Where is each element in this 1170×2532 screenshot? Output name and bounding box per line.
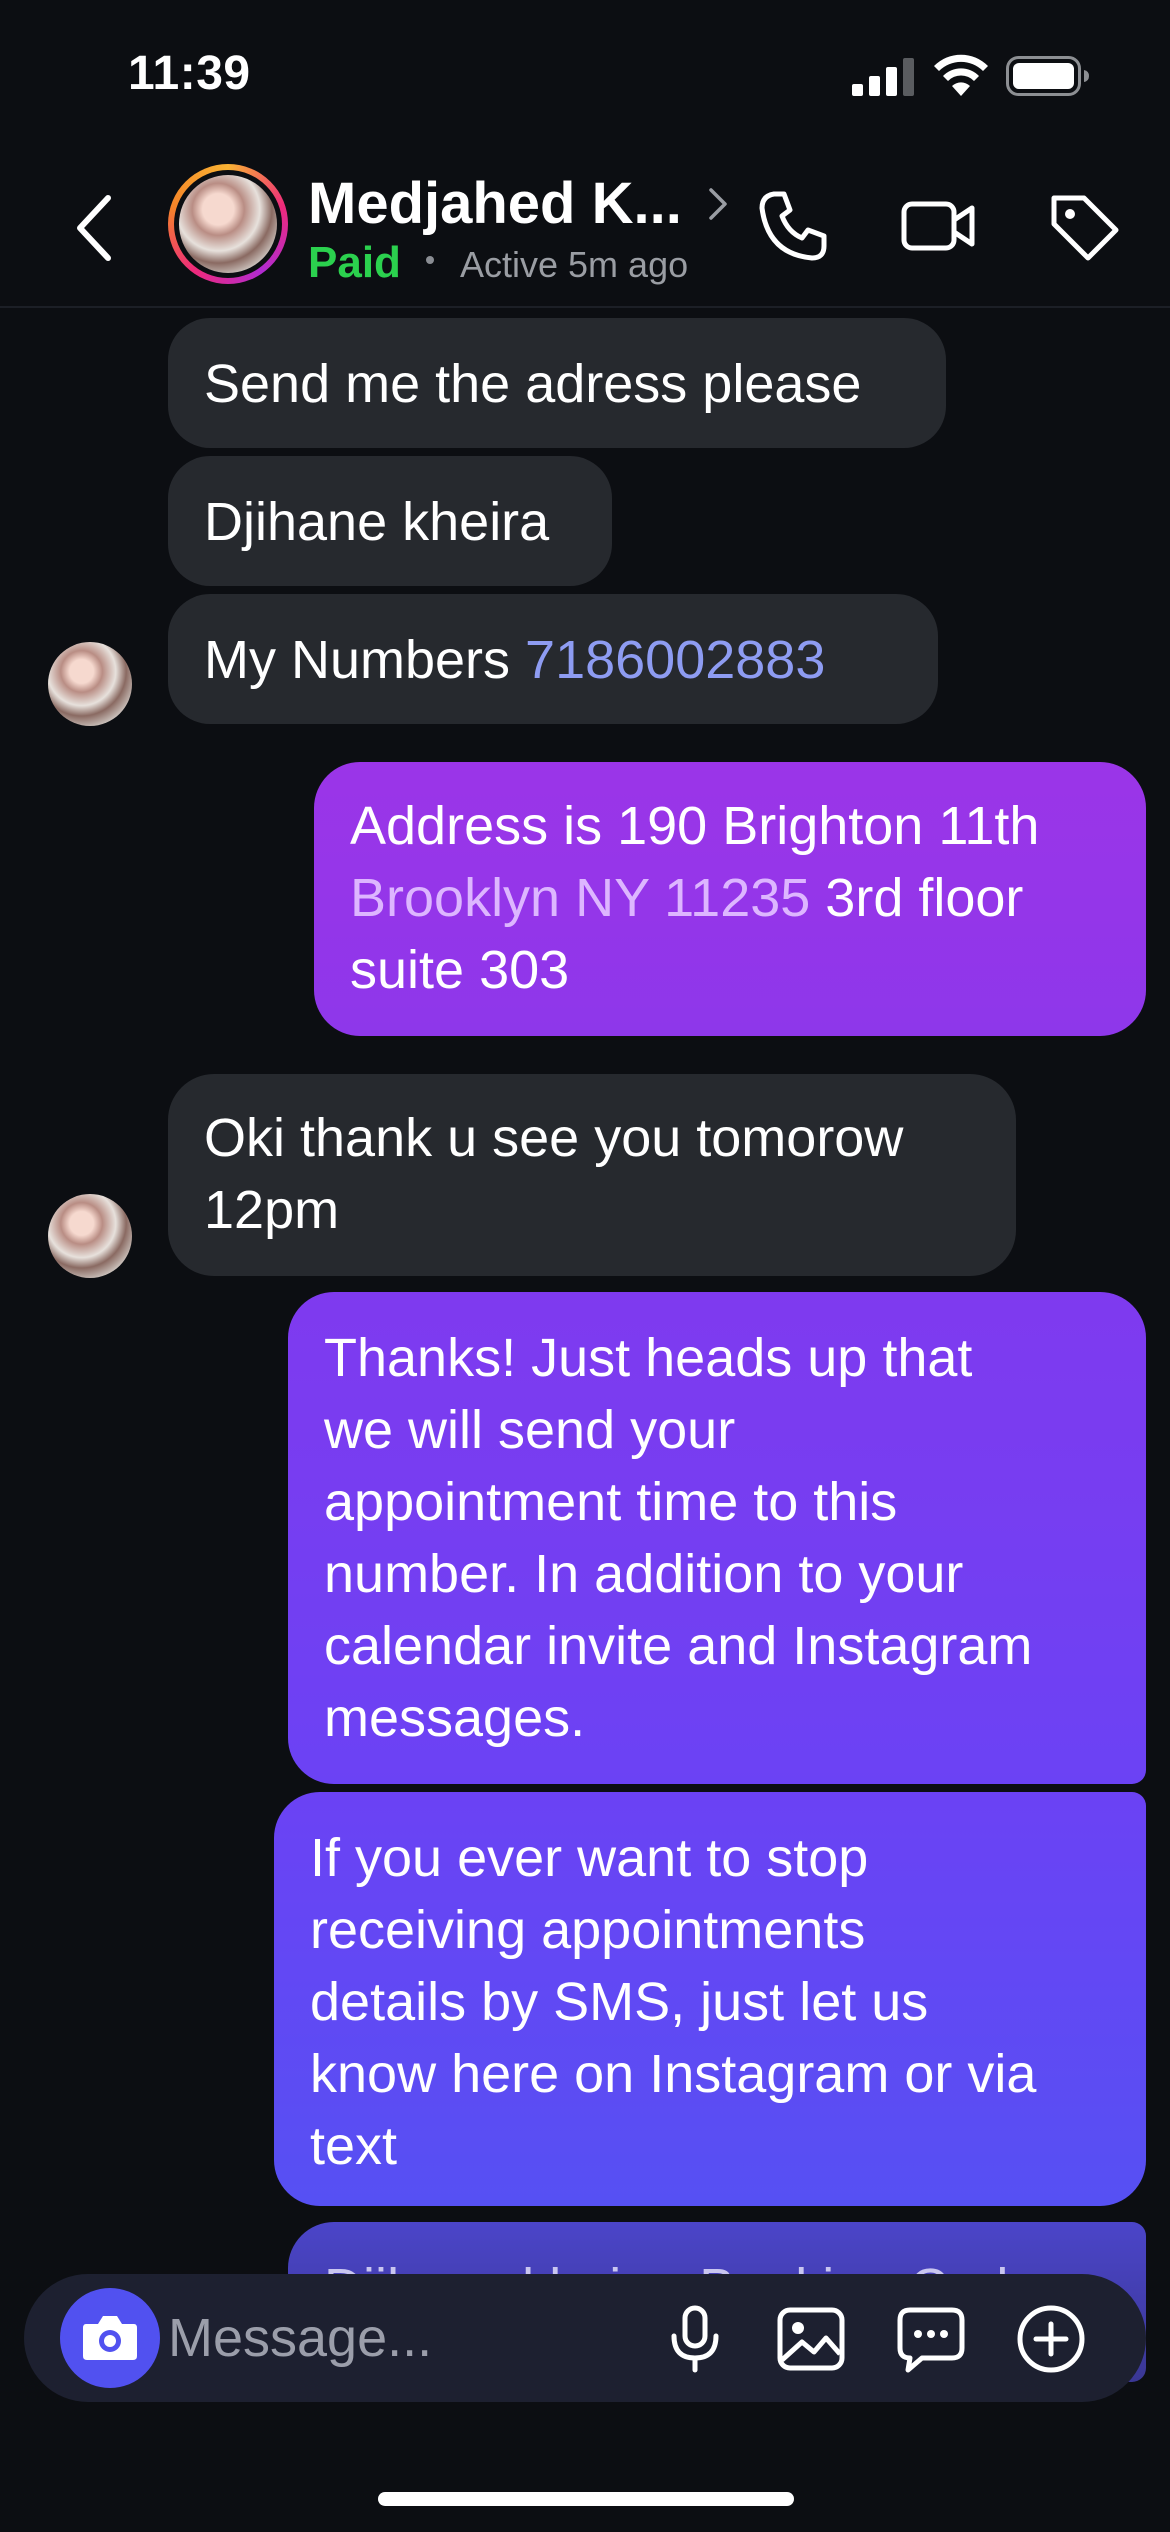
message-outgoing[interactable]: Thanks! Just heads up that we will send … <box>288 1292 1146 1784</box>
phone-number-link[interactable]: 7186002883 <box>525 630 825 690</box>
paid-label: Paid <box>308 238 401 287</box>
plus-icon[interactable] <box>1016 2304 1086 2374</box>
camera-button[interactable] <box>60 2288 160 2388</box>
wifi-icon <box>934 54 988 96</box>
message-input[interactable] <box>168 2302 648 2374</box>
back-icon[interactable] <box>66 188 126 268</box>
battery-icon <box>1006 56 1089 96</box>
status-time: 11:39 <box>128 47 251 100</box>
camera-icon <box>83 2316 137 2360</box>
sticker-icon[interactable] <box>896 2304 966 2374</box>
message-composer <box>24 2274 1146 2402</box>
message-outgoing[interactable]: If you ever want to stop receiving appoi… <box>274 1792 1146 2206</box>
active-status: Active 5m ago <box>460 244 689 285</box>
sender-avatar[interactable] <box>48 1194 132 1278</box>
home-indicator[interactable] <box>378 2492 794 2506</box>
tag-icon[interactable] <box>1044 186 1124 266</box>
chevron-right-icon <box>709 188 727 220</box>
gallery-icon[interactable] <box>776 2304 846 2374</box>
message-outgoing[interactable]: Address is 190 Brighton 11th Brooklyn NY… <box>314 762 1146 1036</box>
message-incoming[interactable]: Send me the adress please <box>168 318 946 448</box>
cellular-signal-icon <box>852 58 914 96</box>
microphone-icon[interactable] <box>660 2304 730 2374</box>
separator-dot <box>426 256 434 264</box>
sender-avatar[interactable] <box>48 642 132 726</box>
address-link[interactable]: Brooklyn NY 11235 <box>350 868 810 928</box>
message-incoming[interactable]: My Numbers 7186002883 <box>168 594 938 724</box>
message-incoming[interactable]: Oki thank u see you tomorow 12pm <box>168 1074 1016 1276</box>
video-icon[interactable] <box>898 186 978 266</box>
message-incoming[interactable]: Djihane kheira <box>168 456 612 586</box>
contact-name[interactable]: Medjahed K... <box>308 170 682 237</box>
phone-icon[interactable] <box>752 186 832 266</box>
header-divider <box>0 306 1170 308</box>
contact-avatar[interactable] <box>168 164 288 284</box>
